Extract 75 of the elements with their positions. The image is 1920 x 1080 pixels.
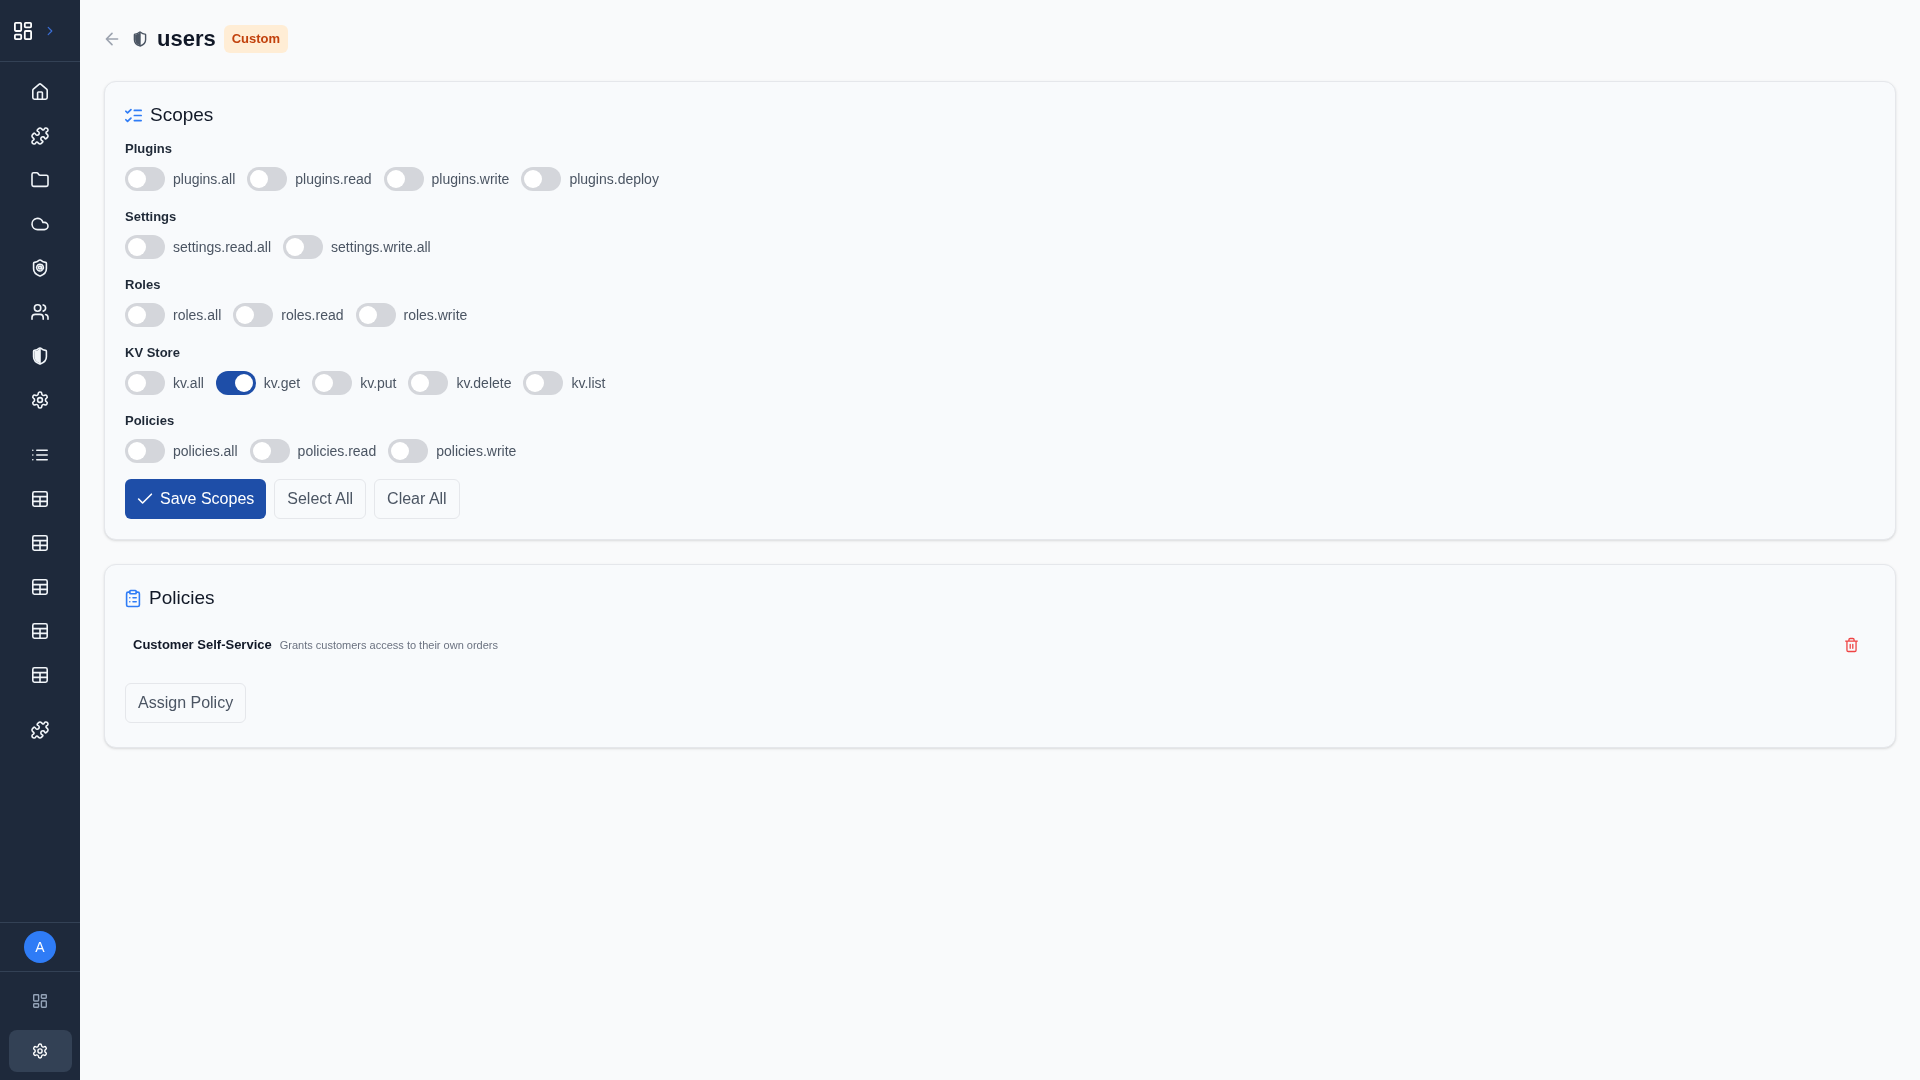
toggle-switch[interactable]	[408, 371, 449, 395]
toggle-switch[interactable]	[125, 371, 165, 395]
table-icon[interactable]	[32, 535, 48, 551]
card-title: Scopes	[150, 102, 214, 127]
toggle-switch[interactable]	[355, 303, 396, 327]
group-label: Roles	[125, 276, 161, 293]
scope-label: kv.list	[571, 374, 606, 393]
scope-label: plugins.write	[431, 170, 510, 189]
type-badge: Custom	[223, 25, 289, 53]
toggle-switch[interactable]	[388, 439, 429, 463]
policy-name: Customer Self-Service	[133, 636, 272, 655]
toggle-switch[interactable]	[249, 439, 290, 463]
save-scopes-button[interactable]: Save Scopes	[125, 479, 267, 519]
clipboard-icon	[125, 589, 141, 607]
back-arrow-icon[interactable]	[104, 31, 120, 47]
scope-label: plugins.read	[295, 170, 372, 189]
scope-label: settings.read.all	[173, 238, 272, 257]
folder-icon[interactable]	[32, 172, 48, 188]
home-icon[interactable]	[32, 84, 48, 100]
shield-icon	[133, 32, 147, 46]
scope-label: kv.all	[173, 374, 204, 393]
toggle-switch[interactable]	[523, 371, 564, 395]
table-icon[interactable]	[32, 579, 48, 595]
shield-icon[interactable]	[32, 348, 48, 364]
scope-label: kv.put	[360, 374, 397, 393]
users-icon[interactable]	[32, 304, 48, 320]
scope-label: roles.all	[173, 306, 222, 325]
policy-description: Grants customers access to their own orders	[279, 637, 498, 653]
list-icon[interactable]	[32, 447, 48, 463]
toggle-switch[interactable]	[247, 167, 288, 191]
page-title: users	[157, 25, 216, 53]
group-label: Plugins	[125, 140, 172, 157]
checklist-icon	[125, 106, 142, 124]
scope-label: kv.delete	[456, 374, 512, 393]
table-icon[interactable]	[32, 623, 48, 639]
trash-icon[interactable]	[1845, 638, 1858, 652]
scope-label: plugins.deploy	[569, 170, 659, 189]
scope-label: plugins.all	[173, 170, 236, 189]
toggle-switch[interactable]	[233, 303, 274, 327]
toggle-switch[interactable]	[383, 167, 424, 191]
shield-at-icon[interactable]	[32, 260, 48, 276]
table-icon[interactable]	[32, 491, 48, 507]
clear-all-button[interactable]: Clear All	[374, 479, 460, 519]
settings-icon[interactable]	[32, 392, 48, 408]
group-label: KV Store	[125, 344, 180, 361]
card-title: Policies	[149, 585, 215, 610]
scope-label: policies.all	[173, 442, 238, 461]
puzzle-icon[interactable]	[32, 722, 48, 738]
scope-label: policies.write	[436, 442, 517, 461]
group-label: Settings	[125, 208, 177, 225]
scope-label: roles.read	[281, 306, 344, 325]
toggle-switch[interactable]	[521, 167, 562, 191]
assign-policy-button[interactable]: Assign Policy	[125, 683, 247, 723]
toggle-switch[interactable]	[125, 167, 165, 191]
scope-label: kv.get	[263, 374, 301, 393]
avatar[interactable]: A	[24, 931, 56, 963]
settings-icon	[33, 1044, 47, 1058]
layout-icon[interactable]	[33, 994, 47, 1008]
group-label: Policies	[125, 412, 175, 429]
puzzle-icon[interactable]	[32, 128, 48, 144]
check-icon	[137, 491, 153, 507]
table-icon[interactable]	[32, 667, 48, 683]
scope-label: settings.write.all	[331, 238, 431, 257]
cloud-icon[interactable]	[32, 216, 48, 232]
select-all-button[interactable]: Select All	[274, 479, 367, 519]
toggle-switch[interactable]	[312, 371, 353, 395]
layout-icon	[14, 21, 32, 40]
scope-label: policies.read	[297, 442, 377, 461]
toggle-switch[interactable]	[283, 235, 324, 259]
toggle-switch[interactable]	[215, 371, 256, 395]
scope-label: roles.write	[403, 306, 468, 325]
toggle-switch[interactable]	[125, 303, 165, 327]
settings-button[interactable]	[8, 1030, 72, 1072]
toggle-switch[interactable]	[125, 439, 165, 463]
toggle-switch[interactable]	[125, 235, 165, 259]
